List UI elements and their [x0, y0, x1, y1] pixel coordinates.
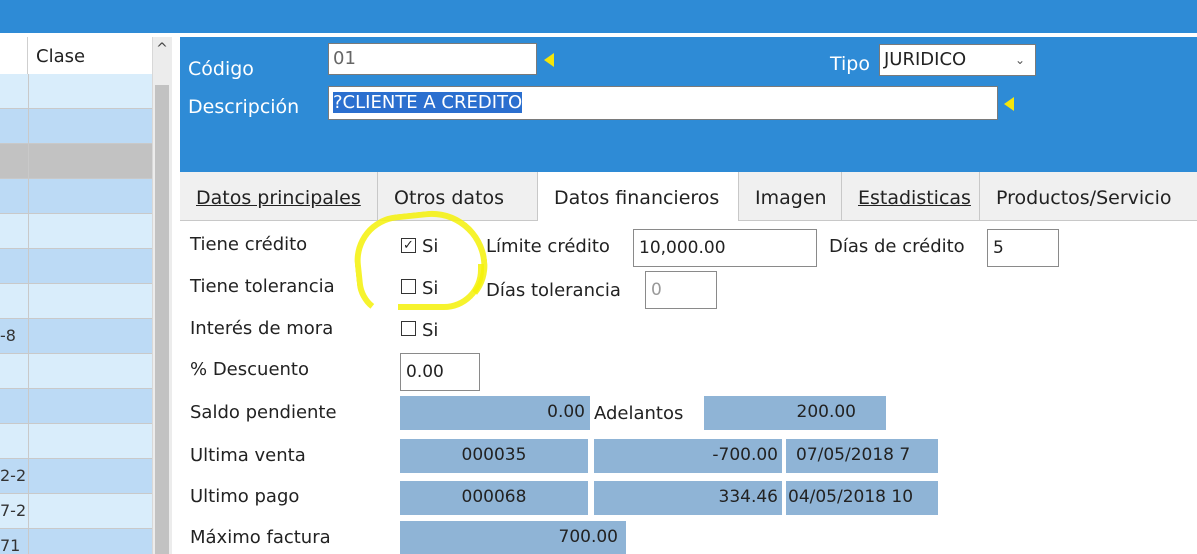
table-cell: [0, 389, 29, 423]
saldo-pendiente-value: 0.00: [400, 396, 590, 430]
table-row[interactable]: [0, 74, 152, 109]
table-row[interactable]: 7-2: [0, 494, 152, 529]
dias-tolerancia-input[interactable]: 0: [645, 271, 717, 309]
saldo-pendiente-label: Saldo pendiente: [190, 402, 337, 423]
codigo-label: Código: [188, 58, 254, 80]
ultimo-pago-monto: 334.46: [594, 481, 782, 515]
table-row[interactable]: [0, 284, 152, 319]
tab-strip: Datos principales Otros datos Datos fina…: [180, 172, 1197, 221]
table-row[interactable]: 2-2: [0, 459, 152, 494]
codigo-input[interactable]: 01: [328, 43, 537, 75]
records-grid[interactable]: Clase -8 2-2 7-2 71 ^: [0, 37, 172, 554]
ultima-venta-doc: 000035: [400, 439, 588, 473]
interes-mora-si: Si: [422, 320, 439, 341]
descuento-input[interactable]: 0.00: [400, 353, 480, 391]
table-cell: [0, 354, 29, 388]
ultimo-pago-fecha: 04/05/2018 10: [786, 481, 938, 515]
tab-label: Datos principales: [196, 187, 361, 209]
table-row[interactable]: [0, 249, 152, 284]
tab-label: Otros datos: [394, 187, 505, 209]
table-row[interactable]: [0, 214, 152, 249]
codigo-arrow-icon: [544, 53, 554, 67]
grid-header: Clase: [0, 37, 152, 75]
table-row[interactable]: -8: [0, 319, 152, 354]
record-header: Código 01 Tipo JURIDICO ⌄ Descripción ?C…: [180, 37, 1197, 172]
tipo-select[interactable]: JURIDICO ⌄: [879, 44, 1036, 76]
table-row[interactable]: [0, 424, 152, 459]
table-cell: [0, 284, 29, 318]
table-row[interactable]: [0, 109, 152, 144]
tab-label: Imagen: [755, 187, 827, 209]
tab-label: Estadisticas: [858, 187, 971, 209]
tab-label: Datos financieros: [554, 187, 720, 209]
table-row[interactable]: [0, 389, 152, 424]
table-cell: 7-2: [0, 494, 29, 528]
table-cell: [0, 424, 29, 458]
interes-mora-checkbox[interactable]: [401, 321, 416, 336]
highlight-annotation-tail: [398, 264, 484, 310]
scroll-up-icon[interactable]: ^: [152, 37, 172, 61]
table-cell: [0, 214, 29, 248]
tab-estadisticas[interactable]: Estadisticas: [842, 172, 980, 220]
ultima-venta-fecha: 07/05/2018 7: [786, 439, 938, 473]
descripcion-arrow-icon: [1004, 97, 1014, 111]
descripcion-input[interactable]: ?CLIENTE A CREDITO: [328, 86, 998, 120]
table-cell: [0, 74, 29, 108]
ultima-venta-monto: -700.00: [594, 439, 782, 473]
table-cell: [0, 249, 29, 283]
adelantos-label: Adelantos: [594, 403, 684, 424]
maximo-factura-label: Máximo factura: [190, 527, 331, 548]
descuento-label: % Descuento: [190, 359, 309, 380]
table-cell: [0, 144, 29, 178]
ultimo-pago-doc: 000068: [400, 481, 588, 515]
tab-productos-servicios[interactable]: Productos/Servicio: [980, 172, 1197, 220]
table-row[interactable]: 71: [0, 529, 152, 554]
tab-datos-principales[interactable]: Datos principales: [180, 172, 378, 220]
interes-mora-label: Interés de mora: [190, 318, 334, 339]
table-row[interactable]: [0, 144, 152, 179]
tipo-label: Tipo: [830, 53, 870, 75]
table-row[interactable]: [0, 179, 152, 214]
table-cell: [0, 109, 29, 143]
tab-datos-financieros[interactable]: Datos financieros: [538, 172, 739, 221]
limite-credito-label: Límite crédito: [486, 236, 610, 257]
dias-credito-label: Días de crédito: [829, 236, 965, 257]
chevron-down-icon[interactable]: ⌄: [1015, 45, 1025, 75]
limite-credito-input[interactable]: 10,000.00: [633, 229, 817, 267]
dias-credito-input[interactable]: 5: [987, 229, 1059, 267]
adelantos-value: 200.00: [704, 396, 886, 430]
title-bar: [0, 0, 1197, 33]
tab-label: Productos/Servicio: [996, 187, 1172, 209]
tipo-value: JURIDICO: [884, 49, 967, 70]
table-cell: 71: [0, 529, 29, 554]
ultima-venta-label: Ultima venta: [190, 445, 306, 466]
table-cell: -8: [0, 319, 29, 353]
maximo-factura-value: 700.00: [400, 521, 626, 554]
descripcion-selected-text: ?CLIENTE A CREDITO: [333, 92, 523, 113]
grid-header-separator: [27, 37, 28, 74]
tab-imagen[interactable]: Imagen: [739, 172, 842, 220]
scroll-thumb[interactable]: [155, 85, 169, 554]
descripcion-label: Descripción: [188, 96, 300, 118]
ultimo-pago-label: Ultimo pago: [190, 486, 300, 507]
column-header-clase[interactable]: Clase: [36, 46, 85, 67]
table-cell: [0, 179, 29, 213]
tiene-tolerancia-label: Tiene tolerancia: [190, 276, 335, 297]
dias-tolerancia-label: Días tolerancia: [486, 280, 621, 301]
table-cell: 2-2: [0, 459, 29, 493]
table-row[interactable]: [0, 354, 152, 389]
tiene-credito-label: Tiene crédito: [190, 234, 308, 255]
